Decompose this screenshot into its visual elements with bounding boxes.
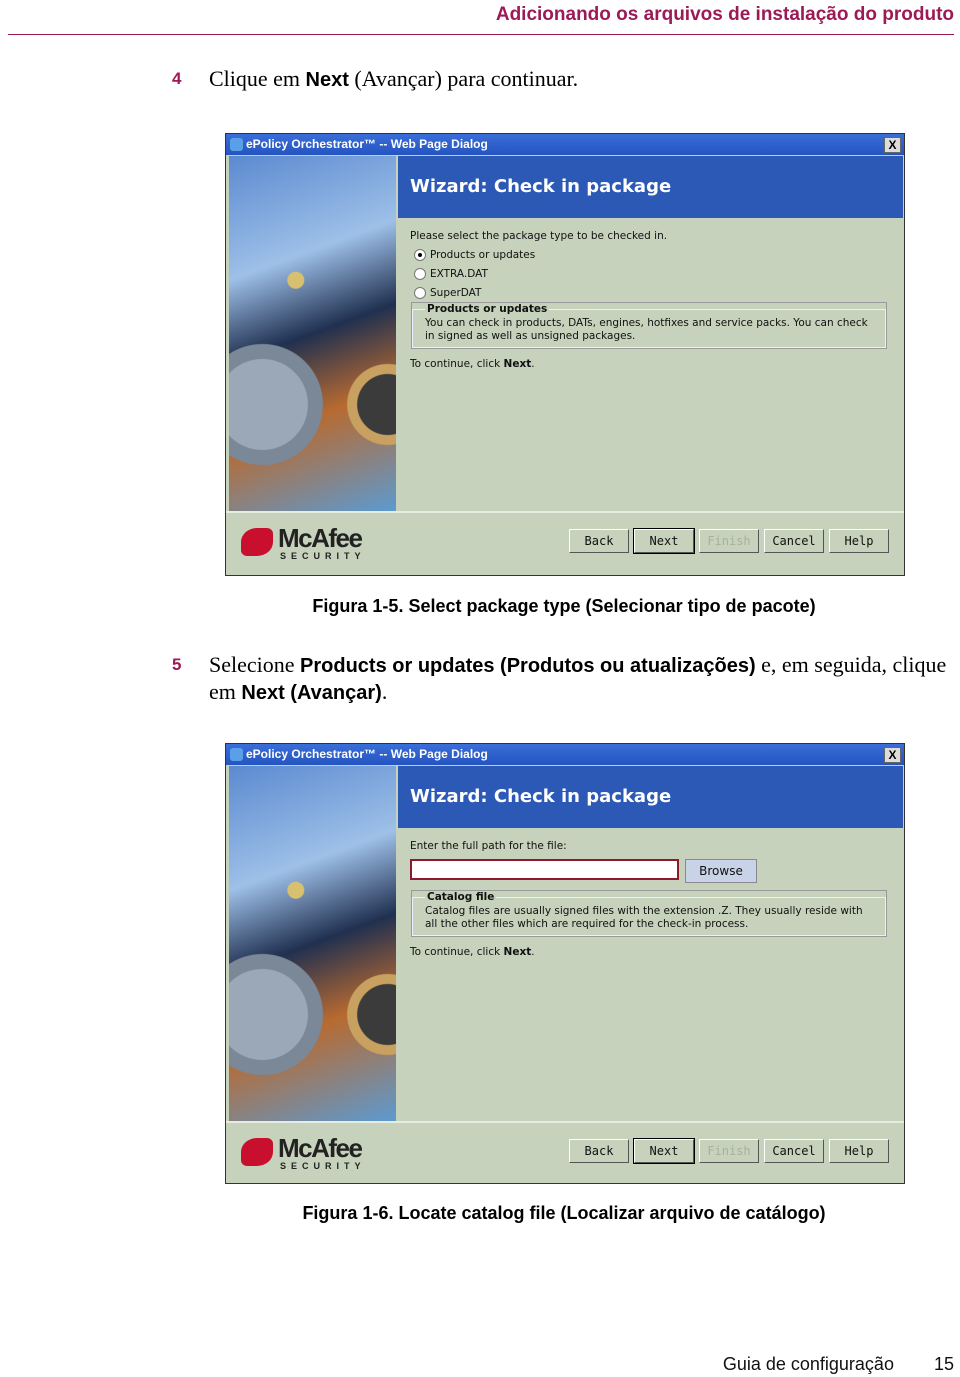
figure-caption: Figura 1-6. Locate catalog file (Localiz… [302, 1203, 826, 1223]
figure-caption: Figura 1-5. Select package type (Selecio… [312, 596, 816, 616]
radio-icon[interactable] [414, 268, 426, 280]
wizard-artwork [229, 156, 396, 511]
dialog-title: ePolicy Orchestrator™ -- Web Page Dialog [246, 137, 488, 151]
ie-icon [230, 748, 243, 761]
group-title: Catalog file [427, 891, 495, 903]
help-button[interactable]: Help [829, 529, 889, 553]
file-path-input[interactable] [410, 859, 679, 880]
back-button[interactable]: Back [569, 1139, 629, 1163]
continue-bold: Next [503, 946, 532, 958]
finish-button: Finish [699, 1139, 759, 1163]
continue-text: To continue, click Next. [410, 946, 535, 958]
radio-label: EXTRA.DAT [430, 268, 488, 280]
prompt-text: Enter the full path for the file: [410, 840, 567, 852]
page-number: 15 [933, 1354, 954, 1374]
ie-icon [230, 138, 243, 151]
help-button[interactable]: Help [829, 1139, 889, 1163]
step-text: (Avançar) para continuar. [348, 66, 579, 91]
wizard-content: Enter the full path for the file: Browse… [410, 840, 892, 958]
radio-selected-icon[interactable] [414, 249, 426, 261]
radio-products-or-updates[interactable]: Products or updates [414, 249, 892, 261]
continue-pre: To continue, click [410, 358, 504, 370]
guide-title: Guia de configuração [722, 1354, 894, 1374]
step-number: 5 [172, 655, 182, 674]
logo-name: McAfee [278, 1133, 363, 1163]
prompt-text: Please select the package type to be che… [410, 230, 668, 242]
next-button[interactable]: Next [633, 528, 695, 554]
radio-extra-dat[interactable]: EXTRA.DAT [414, 268, 892, 280]
page-footer: Guia de configuração 15 [723, 1354, 954, 1375]
radio-superdat[interactable]: SuperDAT [414, 287, 892, 299]
continue-bold: Next [503, 358, 532, 370]
browse-button[interactable]: Browse [685, 859, 757, 883]
running-header: Adicionando os arquivos de instalação do… [495, 4, 954, 25]
step-text: Selecione [209, 652, 301, 677]
title-bar: ePolicy Orchestrator™ -- Web Page Dialog… [226, 744, 904, 765]
group-text: Catalog files are usually signed files w… [425, 905, 863, 930]
logo-name: McAfee [278, 523, 363, 553]
wizard-content: Please select the package type to be che… [410, 230, 892, 370]
title-bar: ePolicy Orchestrator™ -- Web Page Dialog… [226, 134, 904, 155]
close-button[interactable]: X [884, 747, 901, 763]
logo-sub: SECURITY [280, 1161, 366, 1171]
finish-button: Finish [699, 529, 759, 553]
radio-label: SuperDAT [430, 287, 482, 299]
next-button[interactable]: Next [633, 1138, 695, 1164]
radio-icon[interactable] [414, 287, 426, 299]
wizard-footer: McAfee SECURITY Back Next Finish Cancel H… [226, 511, 904, 576]
step-bold: Next [305, 69, 349, 91]
logo-sub: SECURITY [280, 551, 366, 561]
cancel-button[interactable]: Cancel [764, 1139, 824, 1163]
group-title: Products or updates [427, 303, 548, 315]
wizard-banner: Wizard: Check in package [398, 156, 903, 218]
continue-pre: To continue, click [410, 946, 504, 958]
step-bold: Next (Avançar) [241, 682, 382, 704]
continue-text: To continue, click Next. [410, 358, 535, 370]
dialog-title: ePolicy Orchestrator™ -- Web Page Dialog [246, 747, 488, 761]
step-bold: Products or updates (Produtos ou atualiz… [300, 655, 756, 677]
back-button[interactable]: Back [569, 529, 629, 553]
step-text: Clique em [209, 66, 306, 91]
wizard-banner: Wizard: Check in package [398, 766, 903, 828]
info-group: Catalog file Catalog files are usually si… [411, 890, 887, 937]
step-text: . [381, 679, 388, 704]
close-button[interactable]: X [884, 137, 901, 153]
radio-label: Products or updates [430, 249, 536, 261]
mcafee-shield-icon [241, 1138, 273, 1166]
header-divider [8, 34, 954, 35]
group-text: You can check in products, DATs, engines… [425, 317, 868, 342]
cancel-button[interactable]: Cancel [764, 529, 824, 553]
mcafee-shield-icon [241, 528, 273, 556]
wizard-artwork [229, 766, 396, 1121]
info-group: Products or updates You can check in prod… [411, 302, 887, 349]
wizard-dialog-catalog-file: ePolicy Orchestrator™ -- Web Page Dialog… [225, 743, 905, 1184]
step-number: 4 [172, 69, 182, 88]
wizard-dialog-package-type: ePolicy Orchestrator™ -- Web Page Dialog… [225, 133, 905, 576]
wizard-footer: McAfee SECURITY Back Next Finish Cancel H… [226, 1121, 904, 1186]
